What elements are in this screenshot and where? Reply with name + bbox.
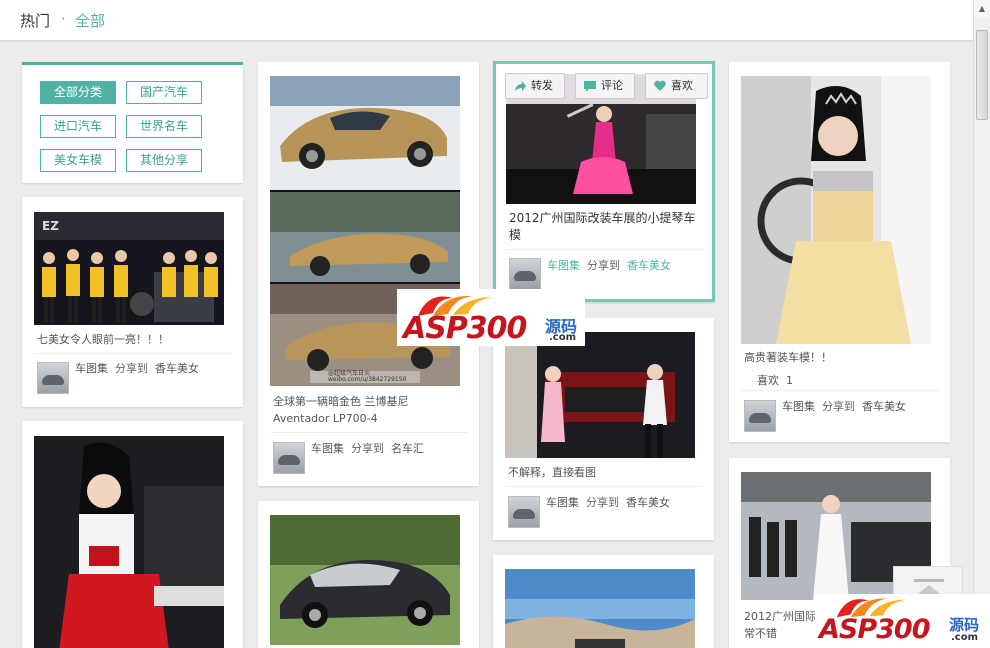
user-name[interactable]: 车图集 bbox=[75, 362, 108, 375]
board-name[interactable]: 香车美女 bbox=[862, 400, 906, 413]
user-avatar[interactable] bbox=[744, 400, 776, 432]
top-bar: 热门 · 全部 bbox=[0, 0, 973, 41]
category-other[interactable]: 其他分享 bbox=[126, 149, 202, 172]
post-caption[interactable]: 七美女令人眼前一亮！！！ bbox=[37, 331, 232, 348]
category-famous[interactable]: 世界名车 bbox=[126, 115, 202, 138]
divider bbox=[270, 432, 468, 433]
post-card-2[interactable] bbox=[22, 421, 243, 648]
brand-text: ASP300 bbox=[819, 614, 930, 645]
post-card-3[interactable]: @超级汽车日火 weibo.com/u/3842729150 全球第一辆暗金色 … bbox=[258, 62, 479, 486]
user-avatar[interactable] bbox=[509, 258, 541, 290]
post-image[interactable]: EZ bbox=[34, 212, 224, 325]
divider bbox=[505, 486, 703, 487]
hot-label: 热门 bbox=[20, 12, 51, 30]
post-image[interactable] bbox=[741, 76, 931, 344]
share-verb: 分享到 bbox=[115, 362, 148, 375]
post-card-1[interactable]: EZ 七美女令人眼前一亮！！！ 车图集 分享到 香车美女 bbox=[22, 197, 243, 407]
share-verb: 分享到 bbox=[351, 442, 384, 455]
brand-text: ASP300 bbox=[403, 311, 527, 346]
svg-text:EZ: EZ bbox=[42, 219, 59, 233]
post-meta: 车图集 分享到 香车美女 bbox=[782, 398, 906, 414]
post-card-7[interactable] bbox=[493, 555, 714, 648]
board-name[interactable]: 香车美女 bbox=[155, 362, 199, 375]
post-meta: 车图集 分享到 名车汇 bbox=[311, 440, 424, 456]
category-card: 全部分类 国产汽车 进口汽车 世界名车 美女车模 其他分享 bbox=[22, 62, 243, 183]
divider bbox=[506, 249, 704, 250]
comment-button[interactable]: 评论 bbox=[575, 73, 635, 99]
coastal-car-photo-icon bbox=[505, 569, 695, 648]
page-scrollbar[interactable]: ▲ ▼ bbox=[973, 0, 990, 648]
brand-domain: .com bbox=[549, 332, 577, 343]
post-caption[interactable]: 高贵著装车模！！ bbox=[744, 349, 939, 366]
share-verb: 分享到 bbox=[587, 259, 620, 272]
forward-icon bbox=[515, 81, 526, 91]
post-caption[interactable]: 不解释，直接看图 bbox=[508, 464, 703, 481]
like-button[interactable]: 喜欢 bbox=[645, 73, 708, 99]
board-name[interactable]: 名车汇 bbox=[391, 442, 424, 455]
post-card-5-hovered[interactable]: 转发 评论 喜欢 2012广州国际改装车展的小提琴车模 车图集 分享到 香车美女 bbox=[493, 61, 715, 302]
site-watermark-corner: ASP300 源码 .com bbox=[815, 594, 990, 648]
user-avatar[interactable] bbox=[508, 496, 540, 528]
post-caption[interactable]: 全球第一辆暗金色 兰博基尼 Aventador LP700-4 bbox=[273, 393, 468, 427]
post-image[interactable] bbox=[505, 332, 695, 458]
post-image[interactable] bbox=[270, 515, 460, 645]
post-caption[interactable]: 2012广州国际改装车展的小提琴车模 bbox=[509, 210, 704, 244]
user-avatar[interactable] bbox=[273, 442, 305, 474]
category-domestic[interactable]: 国产汽车 bbox=[126, 81, 202, 104]
racing-models-photo-icon bbox=[505, 332, 695, 458]
breadcrumb-separator: · bbox=[61, 10, 66, 28]
costume-model-photo-icon bbox=[34, 436, 224, 648]
gown-model-photo-icon bbox=[741, 76, 931, 344]
board-name[interactable]: 香车美女 bbox=[627, 259, 671, 272]
post-card-6[interactable]: 不解释，直接看图 车图集 分享到 香车美女 bbox=[493, 318, 714, 540]
post-meta: 车图集 分享到 香车美女 bbox=[547, 257, 671, 273]
site-watermark: ASP300 源码 .com bbox=[397, 289, 585, 346]
user-name[interactable]: 车图集 bbox=[547, 259, 580, 272]
share-verb: 分享到 bbox=[822, 400, 855, 413]
board-name[interactable]: 香车美女 bbox=[626, 496, 670, 509]
user-name[interactable]: 车图集 bbox=[311, 442, 344, 455]
all-link[interactable]: 全部 bbox=[75, 10, 105, 31]
post-meta: 车图集 分享到 香车美女 bbox=[546, 494, 670, 510]
category-all[interactable]: 全部分类 bbox=[40, 81, 116, 104]
post-image[interactable] bbox=[505, 569, 695, 648]
divider bbox=[741, 390, 939, 391]
post-image[interactable] bbox=[34, 436, 224, 648]
heart-icon bbox=[654, 80, 666, 91]
category-models[interactable]: 美女车模 bbox=[40, 149, 116, 172]
post-card-8[interactable]: 高贵著装车模！！ 喜欢 1 车图集 分享到 香车美女 bbox=[729, 62, 950, 442]
post-meta: 车图集 分享到 香车美女 bbox=[75, 360, 199, 376]
scroll-thumb[interactable] bbox=[976, 30, 988, 120]
user-avatar[interactable] bbox=[37, 362, 69, 394]
user-name[interactable]: 车图集 bbox=[782, 400, 815, 413]
like-count[interactable]: 喜欢 1 bbox=[757, 372, 793, 389]
category-imported[interactable]: 进口汽车 bbox=[40, 115, 116, 138]
bugatti-photo-icon bbox=[270, 515, 460, 645]
comment-icon bbox=[584, 81, 596, 92]
image-watermark: @超级汽车日火 weibo.com/u/3842729150 bbox=[328, 370, 407, 383]
share-verb: 分享到 bbox=[586, 496, 619, 509]
user-name[interactable]: 车图集 bbox=[546, 496, 579, 509]
divider bbox=[34, 353, 232, 354]
forward-button[interactable]: 转发 bbox=[505, 73, 565, 99]
brand-domain: .com bbox=[951, 632, 979, 643]
models-photo-icon: EZ bbox=[34, 212, 224, 325]
scroll-up-icon[interactable]: ▲ bbox=[974, 0, 990, 17]
post-card-4[interactable] bbox=[258, 501, 479, 648]
